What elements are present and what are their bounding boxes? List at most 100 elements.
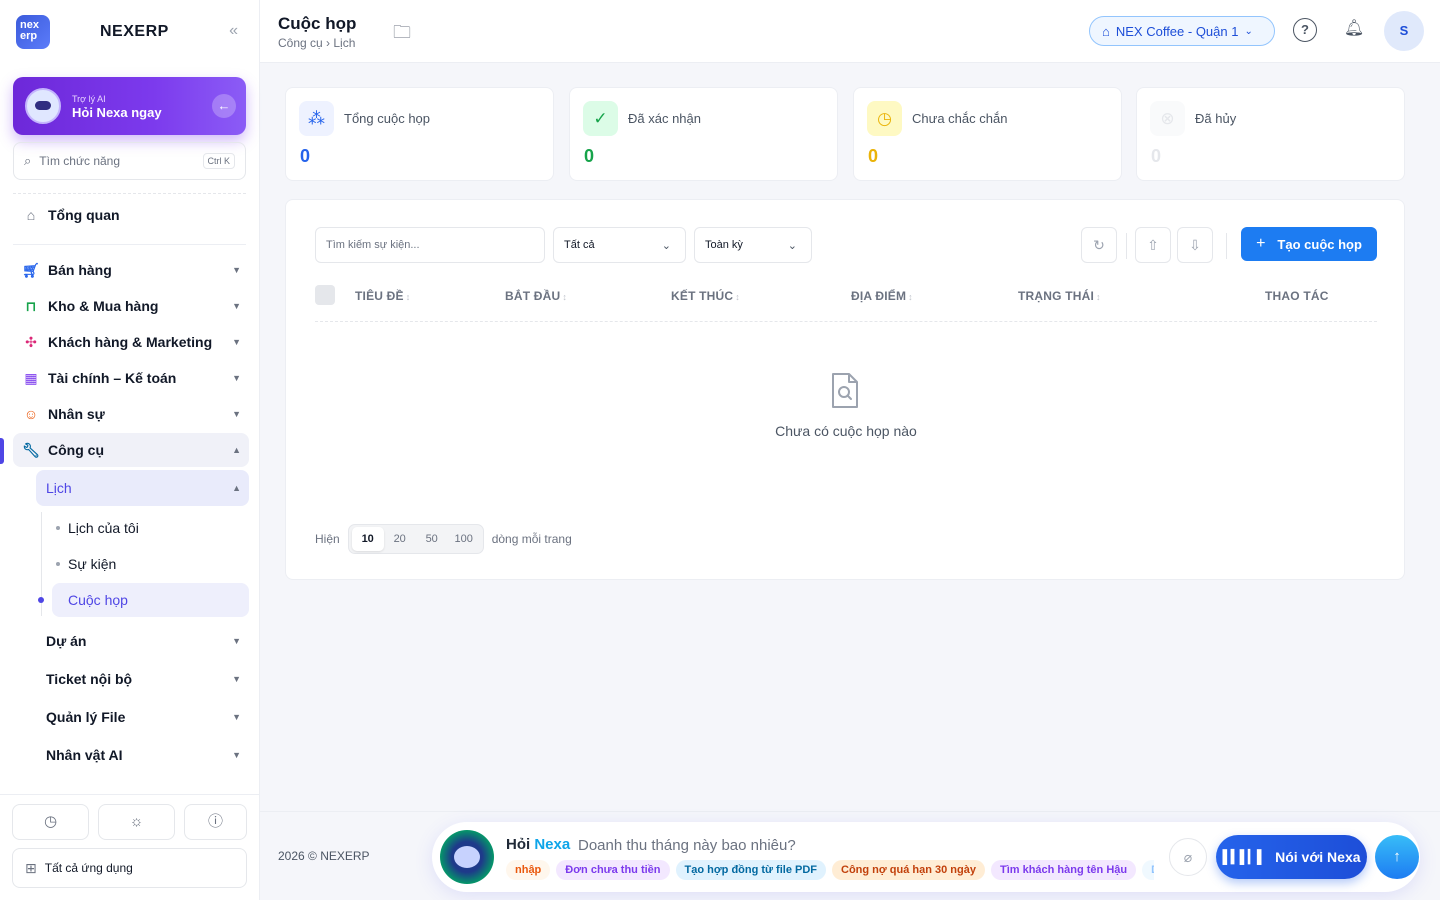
select-all-checkbox[interactable] [315, 285, 335, 305]
nav-hr[interactable]: ☺ Nhân sự ▼ [13, 398, 249, 430]
breadcrumb[interactable]: Công cụ › Lịch [278, 36, 355, 50]
chevron-down-icon: ▼ [232, 750, 241, 760]
stat-confirmed: ✓ Đã xác nhận 0 [569, 87, 838, 181]
nav-overview[interactable]: ⌂ Tổng quan [13, 199, 249, 231]
history-button[interactable]: ◷ [12, 804, 89, 840]
stat-label: Tổng cuộc họp [344, 111, 431, 126]
user-avatar[interactable]: S [1384, 11, 1424, 51]
nav-projects-label: Dự án [46, 633, 87, 649]
column-status[interactable]: TRẠNG THÁI ↕ [1018, 289, 1101, 303]
calculator-icon: ▦ [24, 369, 38, 386]
column-actions-label: THAO TÁC [1265, 289, 1329, 303]
create-meeting-label: Tạo cuộc họp [1277, 236, 1362, 252]
event-search-input[interactable] [315, 227, 545, 263]
chevron-down-icon: ⌄ [787, 239, 797, 252]
suggestion-chip[interactable]: Tạo hợp đồng từ file PDF [675, 860, 827, 880]
all-apps-label: Tất cả ứng dụng [44, 861, 133, 875]
sort-icon: ↕ [735, 292, 740, 302]
top-header: Cuộc họp Công cụ › Lịch 🗀 ⌂ NEX Coffee -… [260, 0, 1440, 63]
send-button[interactable]: ↑ [1375, 835, 1419, 879]
folder-icon[interactable]: 🗀 [393, 20, 411, 50]
suggestion-chip[interactable]: Đơn chưa thu tiền [556, 860, 670, 880]
alert-icon: ⓘ [207, 813, 223, 830]
talk-to-nexa-label: Nói với Nexa [1275, 849, 1361, 865]
page-size-option[interactable]: 20 [384, 527, 416, 551]
all-apps-button[interactable]: ⊞ Tất cả ứng dụng [12, 848, 247, 888]
apps-grid-icon: ⊞ [25, 859, 37, 876]
sort-icon: ↕ [1096, 292, 1101, 302]
nav-overview-label: Tổng quan [48, 207, 120, 223]
nav-inventory-label: Kho & Mua hàng [48, 298, 159, 314]
divider [0, 794, 260, 795]
nav-ai-characters-label: Nhân vật AI [46, 747, 123, 763]
nav-tools[interactable]: 🔧︎ Công cụ ▲ [13, 433, 249, 467]
create-meeting-button[interactable]: + Tạo cuộc họp [1241, 227, 1377, 261]
bag-icon: ⊓ [25, 297, 37, 314]
upload-button[interactable]: ⇧ [1135, 227, 1171, 263]
nav-ai-characters[interactable]: Nhân vật AI ▼ [36, 737, 249, 773]
suggestion-chip[interactable]: nhập [506, 860, 551, 880]
paperclip-icon: ⌀ [1183, 849, 1193, 865]
nav-finance[interactable]: ▦ Tài chính – Kế toán ▼ [13, 362, 249, 394]
page-title: Cuộc họp [278, 14, 357, 33]
chevron-down-icon: ▼ [232, 301, 241, 311]
help-icon[interactable]: ? [1293, 18, 1317, 42]
voice-wave-icon: ▌▍▌▎▌ [1222, 849, 1266, 864]
collapse-sidebar-icon[interactable]: « [229, 22, 238, 40]
nav-file-manager[interactable]: Quản lý File ▼ [36, 699, 249, 735]
column-start[interactable]: BẮT ĐẦU ↕ [505, 289, 567, 303]
refresh-button[interactable]: ↻ [1081, 227, 1117, 263]
nav-inventory[interactable]: ⊓ Kho & Mua hàng ▼ [13, 290, 249, 322]
refresh-icon: ↻ [1093, 237, 1105, 253]
nav-internal-ticket[interactable]: Ticket nội bộ ▼ [36, 661, 249, 697]
attach-button[interactable]: ⌀ [1169, 838, 1207, 876]
bell-icon[interactable]: 🔔︎ [1342, 18, 1366, 42]
ask-nexa-bar[interactable]: Hỏi Nexa Doanh thu tháng này bao nhiêu? … [432, 822, 1420, 892]
suggestion-chip[interactable]: Công nợ quá hạn 30 ngày [832, 860, 985, 880]
ask-input[interactable]: Doanh thu tháng này bao nhiêu? [578, 837, 796, 854]
period-filter-select[interactable]: Toàn kỳ ⌄ [694, 227, 812, 263]
function-search-input[interactable]: ⌕ Tìm chức năng Ctrl K [13, 142, 246, 180]
status-filter-select[interactable]: Tất cả ⌄ [553, 227, 686, 263]
robot-avatar-icon [25, 88, 61, 124]
sidebar: nex erp NEXERP « Trợ lý AI Hỏi Nexa ngay … [0, 0, 260, 900]
page-size-option[interactable]: 10 [351, 527, 384, 551]
divider [1226, 233, 1227, 259]
table-header: TIÊU ĐỀ ↕ BẮT ĐẦU ↕ KẾT THÚC ↕ ĐỊA ĐIỂM ↕ TR… [315, 280, 1377, 322]
nav-customers-label: Khách hàng & Marketing [48, 334, 213, 350]
suggestion-chip[interactable]: Tìm khách hàng tên Hậu [990, 860, 1137, 880]
brand[interactable]: nex erp NEXERP « [16, 15, 246, 49]
alert-button[interactable]: ⓘ [184, 804, 247, 840]
theme-button[interactable]: ☼ [98, 804, 175, 840]
suggestion-chip[interactable]: Dọ [1142, 860, 1154, 880]
arrow-left-icon[interactable]: ← [212, 94, 236, 118]
nexa-avatar-icon [440, 830, 494, 884]
column-location[interactable]: ĐỊA ĐIỂM ↕ [851, 289, 913, 303]
sort-icon: ↕ [908, 292, 913, 302]
nav-calendar[interactable]: Lịch ▲ [36, 470, 249, 506]
talk-to-nexa-button[interactable]: ▌▍▌▎▌ Nói với Nexa [1216, 835, 1367, 879]
nav-meetings[interactable]: Cuộc họp [38, 583, 249, 617]
stat-label: Đã xác nhận [628, 111, 701, 126]
download-button[interactable]: ⇩ [1177, 227, 1213, 263]
page-size-option[interactable]: 50 [416, 527, 448, 551]
wrench-icon: 🔧︎ [22, 441, 40, 458]
nav-my-calendar[interactable]: Lịch của tôi [52, 511, 249, 545]
ai-assistant-card[interactable]: Trợ lý AI Hỏi Nexa ngay ← [13, 77, 246, 135]
chevron-up-icon: ▲ [232, 483, 241, 493]
column-end[interactable]: KẾT THÚC ↕ [671, 289, 740, 303]
nav-sales[interactable]: 🛒︎ Bán hàng ▼ [13, 254, 249, 286]
page-size-prefix: Hiện [315, 532, 340, 546]
nav-events-label: Sự kiện [68, 556, 117, 572]
nav-projects[interactable]: Dự án ▼ [36, 623, 249, 659]
page-size-option[interactable]: 100 [448, 527, 480, 551]
clock-icon: ◷ [43, 813, 58, 830]
store-selector[interactable]: ⌂ NEX Coffee - Quận 1 ⌄ [1089, 16, 1275, 46]
nav-customers[interactable]: ✣ Khách hàng & Marketing ▼ [13, 326, 249, 358]
column-actions: THAO TÁC [1265, 289, 1329, 303]
column-title[interactable]: TIÊU ĐỀ ↕ [355, 289, 410, 303]
file-search-icon [832, 373, 858, 408]
ask-nexa-label: Hỏi Nexa [506, 836, 570, 853]
stat-total-meetings: ⁂ Tổng cuộc họp 0 [285, 87, 554, 181]
nav-events[interactable]: Sự kiện [52, 547, 249, 581]
